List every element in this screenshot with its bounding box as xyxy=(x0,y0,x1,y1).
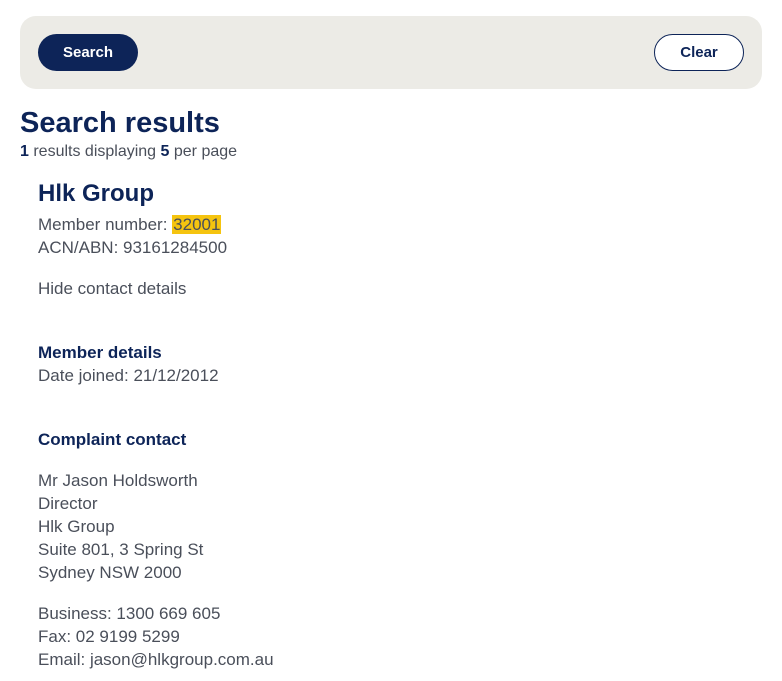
member-number-label: Member number: xyxy=(38,215,173,234)
date-joined: Date joined: 21/12/2012 xyxy=(38,366,219,385)
contact-email[interactable]: Email: jason@hlkgroup.com.au xyxy=(38,648,738,671)
member-name[interactable]: Hlk Group xyxy=(38,178,738,210)
contact-name: Mr Jason Holdsworth xyxy=(38,471,198,490)
member-number-line: Member number: 32001 xyxy=(38,213,738,236)
results-count: 1 xyxy=(20,143,29,160)
result-item: Hlk Group Member number: 32001 ACN/ABN: … xyxy=(38,178,738,671)
member-details-heading: Member details xyxy=(38,343,162,362)
search-panel: Search Clear xyxy=(20,16,762,89)
acn-abn: ACN/ABN: 93161284500 xyxy=(38,238,228,257)
contact-address-block: Mr Jason Holdsworth Director Hlk Group S… xyxy=(38,469,738,584)
contact-title: Director xyxy=(38,494,98,513)
contact-address-line1: Suite 801, 3 Spring St xyxy=(38,540,204,559)
complaint-contact-heading: Complaint contact xyxy=(38,430,187,449)
contact-address-line2: Sydney NSW 2000 xyxy=(38,563,182,582)
contact-fax: Fax: 02 9199 5299 xyxy=(38,627,180,646)
hide-contact-details-link[interactable]: Hide contact details xyxy=(38,277,738,300)
member-number-value: 32001 xyxy=(172,215,222,234)
contact-company: Hlk Group xyxy=(38,517,115,536)
clear-button[interactable]: Clear xyxy=(654,34,744,71)
results-count-suffix: results displaying xyxy=(28,143,161,160)
results-heading: Search results xyxy=(20,107,220,139)
per-page-suffix: per page xyxy=(169,143,238,160)
contact-phone-block: Business: 1300 669 605 Fax: 02 9199 5299… xyxy=(38,602,738,671)
search-button[interactable]: Search xyxy=(38,34,138,71)
results-summary: 1 results displaying 5 per page xyxy=(20,142,237,162)
contact-business-phone: Business: 1300 669 605 xyxy=(38,604,221,623)
